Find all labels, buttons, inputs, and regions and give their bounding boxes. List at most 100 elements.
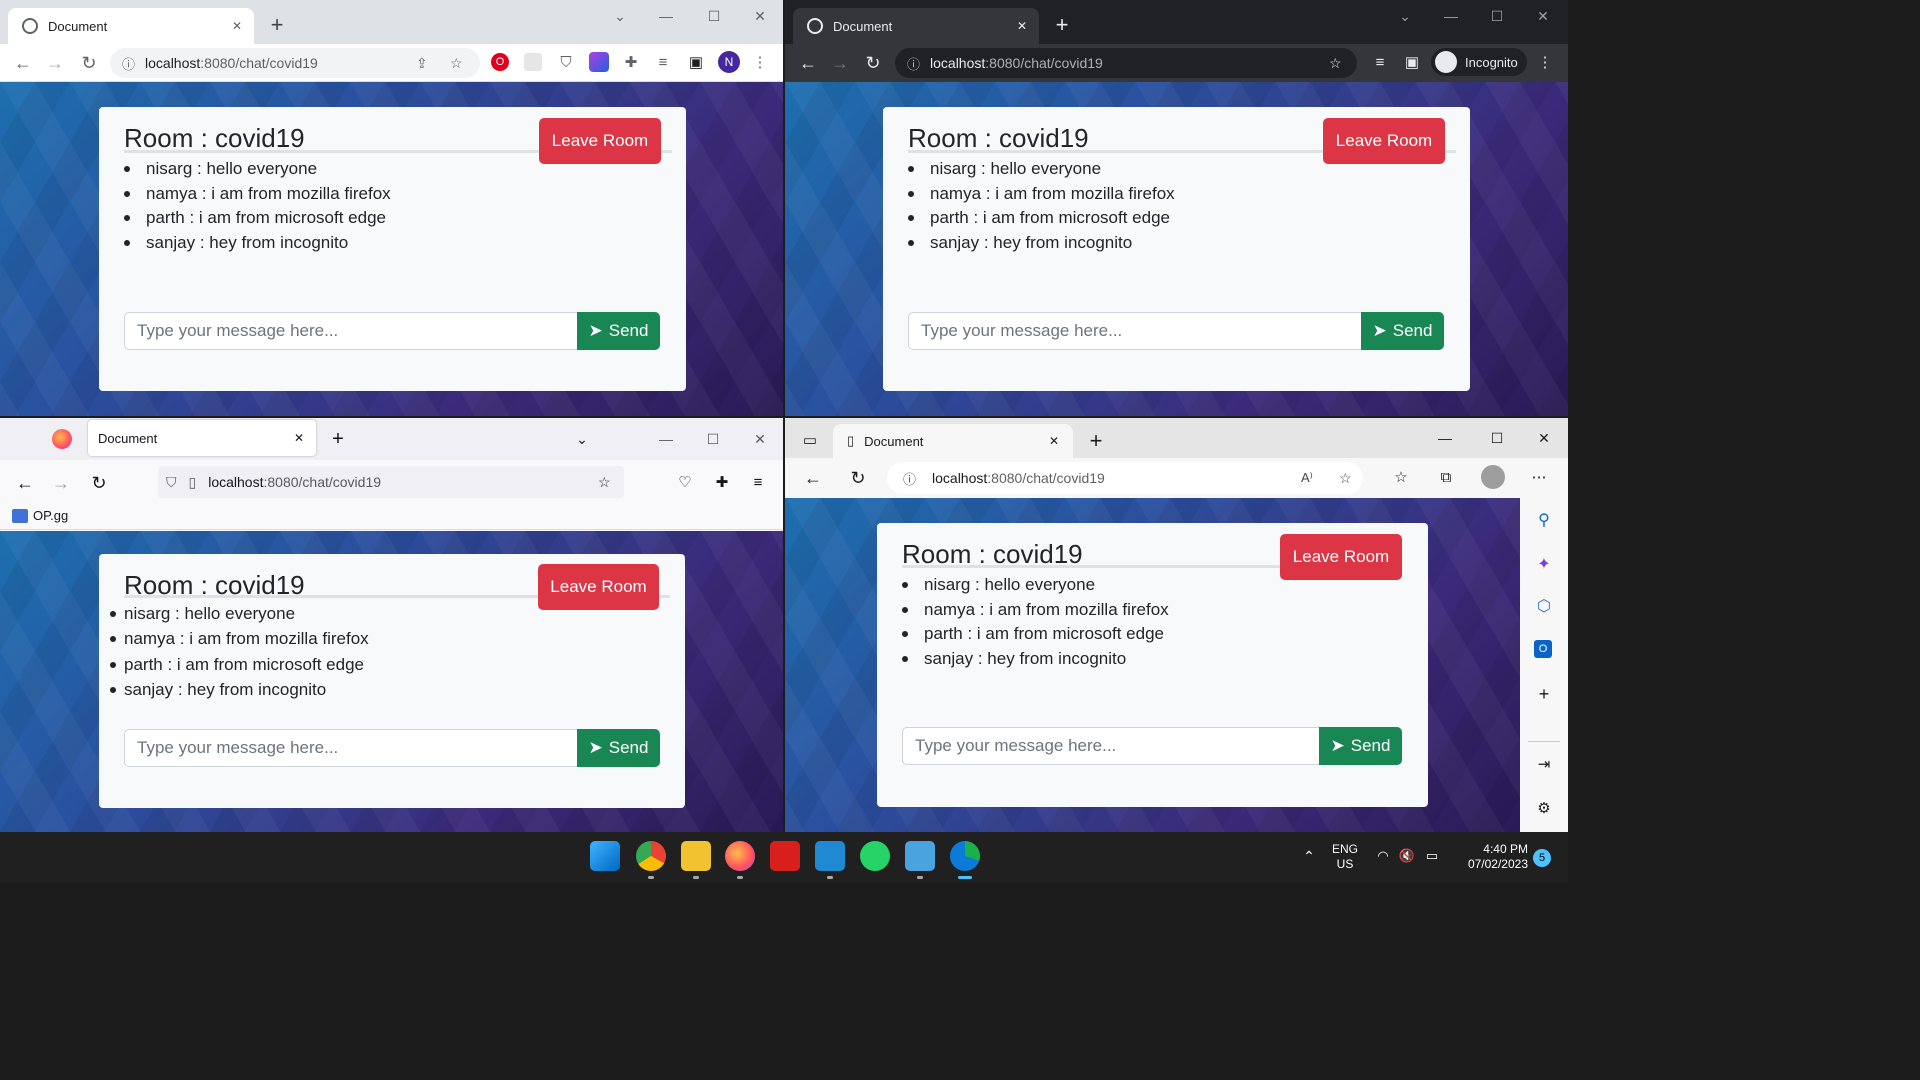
puzzle-icon[interactable]: ✚ [621, 52, 641, 72]
bookmark-star-icon[interactable]: ☆ [1329, 55, 1342, 72]
back-icon[interactable]: ← [797, 52, 819, 74]
outlook-icon[interactable]: O [1534, 640, 1552, 658]
read-aloud-icon[interactable]: A⁾ [1301, 470, 1313, 486]
profile-avatar[interactable]: N [718, 51, 740, 73]
whatsapp-icon[interactable] [860, 841, 890, 871]
hamburger-menu-icon[interactable]: ≡ [748, 472, 768, 492]
edge-app-icon[interactable] [950, 841, 980, 871]
message-input[interactable]: Type your message here... [124, 312, 578, 350]
extension-icon[interactable] [524, 53, 542, 71]
tab-search-icon[interactable]: ⌄ [1395, 6, 1415, 26]
new-tab-button[interactable]: + [264, 12, 290, 38]
opera-extension-icon[interactable]: O [491, 53, 509, 71]
address-bar[interactable]: ⓘ localhost:8080/chat/covid19 ☆ [895, 48, 1357, 78]
leave-room-button[interactable]: Leave Room [538, 564, 659, 610]
maximize-icon[interactable]: ☐ [703, 429, 723, 449]
tab-document[interactable]: Document ✕ [88, 420, 316, 456]
search-icon[interactable]: ⚲ [1534, 510, 1554, 530]
add-favorite-icon[interactable]: ☆ [1339, 470, 1352, 487]
show-hidden-icons-icon[interactable]: ⌃ [1300, 847, 1318, 865]
wifi-icon[interactable]: ◠ [1374, 847, 1392, 865]
shield-icon[interactable]: ⛉ [166, 474, 177, 491]
minimize-icon[interactable]: — [656, 6, 676, 26]
media-icon[interactable]: ≡ [653, 52, 673, 72]
send-button[interactable]: ➤ Send [577, 312, 660, 350]
minimize-icon[interactable]: — [656, 429, 676, 449]
new-tab-button[interactable]: + [1049, 12, 1075, 38]
close-window-icon[interactable]: ✕ [1533, 6, 1553, 26]
notification-badge[interactable]: 5 [1533, 849, 1551, 867]
address-bar[interactable]: ⓘ localhost:8080/chat/covid19 A⁾ ☆ [887, 462, 1363, 494]
firefox-view-icon[interactable] [52, 429, 72, 449]
sidepanel-icon[interactable]: ▣ [686, 52, 706, 72]
new-tab-button[interactable]: + [1083, 428, 1109, 454]
favorites-icon[interactable]: ☆ [1391, 467, 1411, 487]
clock[interactable]: 4:40 PM 07/02/2023 [1450, 842, 1528, 872]
collections-icon[interactable]: ⧉ [1436, 467, 1456, 487]
send-button[interactable]: ➤ Send [1361, 312, 1444, 350]
close-window-icon[interactable]: ✕ [1534, 428, 1554, 448]
back-icon[interactable]: ← [14, 472, 36, 494]
extensions-icon[interactable]: ✚ [712, 472, 732, 492]
bookmark-star-icon[interactable]: ☆ [450, 55, 463, 72]
back-icon[interactable]: ← [802, 467, 824, 489]
address-bar[interactable]: ⛉ ▯ localhost:8080/chat/covid19 ☆ [158, 466, 624, 498]
volume-muted-icon[interactable]: 🔇 [1398, 847, 1416, 865]
media-icon[interactable]: ≡ [1370, 52, 1390, 72]
back-icon[interactable]: ← [12, 52, 34, 74]
shield-icon[interactable]: ⛉ [557, 52, 575, 72]
list-tabs-icon[interactable]: ⌄ [572, 429, 592, 449]
close-tab-icon[interactable]: ✕ [294, 431, 304, 445]
color-extension-icon[interactable] [589, 52, 609, 72]
tab-actions-icon[interactable]: ▭ [801, 431, 819, 449]
windows-start-icon[interactable] [590, 841, 620, 871]
reload-icon[interactable]: ↻ [847, 467, 869, 489]
chrome-app-icon[interactable] [636, 841, 666, 871]
office-icon[interactable]: ⬡ [1534, 596, 1554, 616]
acrobat-icon[interactable] [770, 841, 800, 871]
menu-icon[interactable]: ⋮ [1537, 52, 1553, 72]
leave-room-button[interactable]: Leave Room [539, 118, 661, 164]
close-tab-icon[interactable]: ✕ [1017, 19, 1027, 33]
tab-document[interactable]: Document ✕ [793, 8, 1039, 44]
bookmark-star-icon[interactable]: ☆ [598, 474, 611, 491]
minimize-icon[interactable]: — [1435, 428, 1455, 448]
incognito-badge[interactable]: Incognito [1431, 48, 1527, 76]
send-button[interactable]: ➤ Send [577, 729, 660, 767]
site-info-icon[interactable]: ⓘ [122, 54, 135, 73]
pocket-icon[interactable]: ♡ [675, 472, 695, 492]
maximize-icon[interactable]: ☐ [1487, 428, 1507, 448]
share-icon[interactable]: ⇪ [416, 55, 428, 72]
site-info-icon[interactable]: ⓘ [903, 469, 916, 488]
close-tab-icon[interactable]: ✕ [232, 19, 242, 33]
settings-gear-icon[interactable]: ⚙ [1534, 798, 1554, 818]
add-sidebar-app-icon[interactable]: + [1534, 684, 1554, 704]
message-input[interactable]: Type your message here... [908, 312, 1362, 350]
reload-icon[interactable]: ↻ [78, 52, 100, 74]
close-tab-icon[interactable]: ✕ [1049, 434, 1059, 448]
tab-document[interactable]: ▯ Document ✕ [833, 424, 1073, 458]
file-explorer-icon[interactable] [681, 841, 711, 871]
firefox-app-icon[interactable] [725, 841, 755, 871]
send-button[interactable]: ➤ Send [1319, 727, 1402, 765]
close-window-icon[interactable]: ✕ [750, 429, 770, 449]
forward-icon[interactable]: → [44, 52, 66, 74]
vscode-icon[interactable] [815, 841, 845, 871]
message-input[interactable]: Type your message here... [902, 727, 1320, 765]
maximize-icon[interactable]: ☐ [1487, 6, 1507, 26]
site-info-icon[interactable]: ⓘ [907, 54, 920, 73]
forward-icon[interactable]: → [50, 472, 72, 494]
profile-avatar[interactable] [1481, 465, 1505, 489]
minimize-icon[interactable]: — [1441, 6, 1461, 26]
hide-sidebar-icon[interactable]: ⇥ [1534, 754, 1554, 774]
forward-icon[interactable]: → [829, 52, 851, 74]
sidepanel-icon[interactable]: ▣ [1402, 52, 1422, 72]
reload-icon[interactable]: ↻ [862, 52, 884, 74]
tab-search-icon[interactable]: ⌄ [610, 6, 630, 26]
new-tab-button[interactable]: + [326, 427, 350, 451]
address-bar[interactable]: ⓘ localhost:8080/chat/covid19 ⇪ ☆ [110, 48, 480, 78]
notepad-icon[interactable] [905, 841, 935, 871]
more-icon[interactable]: ⋯ [1529, 467, 1549, 487]
leave-room-button[interactable]: Leave Room [1280, 534, 1402, 580]
battery-icon[interactable]: ▭ [1422, 847, 1442, 865]
